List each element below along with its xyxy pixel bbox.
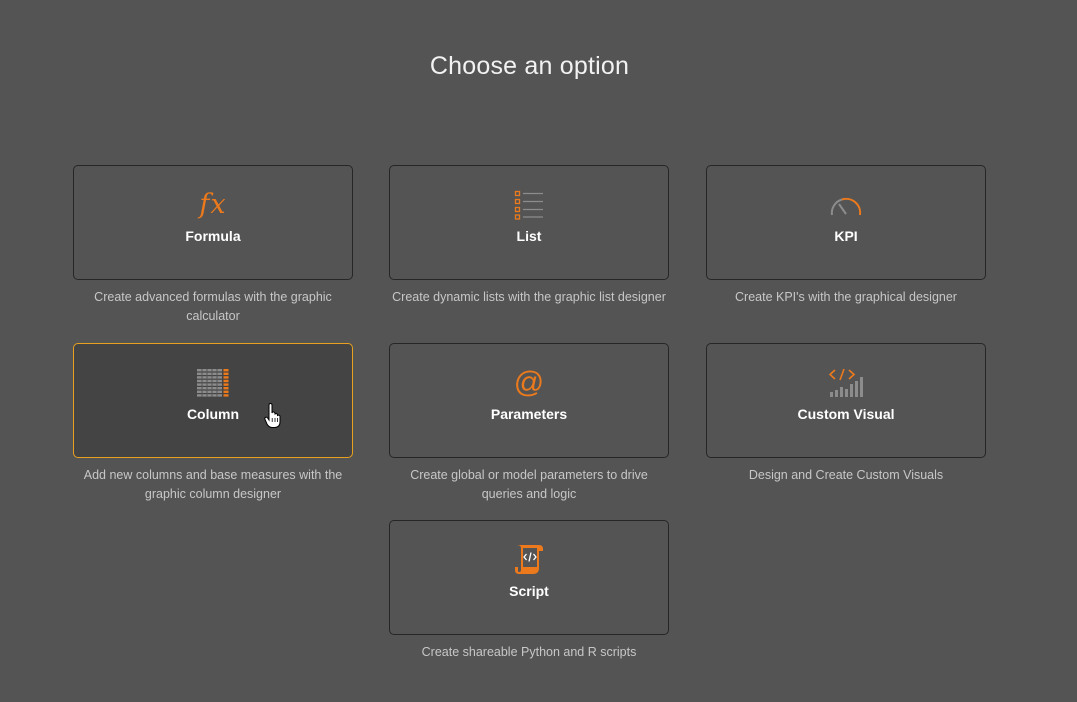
kpi-option-card[interactable]: KPI xyxy=(706,165,986,280)
option-chooser-page: Choose an option fx Formula Create advan… xyxy=(0,0,1077,702)
formula-option-label: Formula xyxy=(185,228,241,244)
column-option-description: Add new columns and base measures with t… xyxy=(83,468,343,501)
formula-option-card[interactable]: fx Formula xyxy=(73,165,353,280)
kpi-option-label: KPI xyxy=(834,228,858,244)
parameters-option-label: Parameters xyxy=(490,406,568,422)
custom-visual-option-label: Custom Visual xyxy=(797,406,895,422)
list-icon xyxy=(390,188,668,222)
fx-icon: fx xyxy=(199,189,227,220)
script-icon xyxy=(390,543,668,577)
parameters-option-description: Create global or model parameters to dri… xyxy=(410,468,648,501)
code-chart-icon xyxy=(707,366,985,400)
at-icon: @ xyxy=(513,366,545,399)
script-option-description: Create shareable Python and R scripts xyxy=(421,645,637,659)
formula-option-description: Create advanced formulas with the graphi… xyxy=(94,290,332,323)
custom-visual-option-description: Design and Create Custom Visuals xyxy=(748,468,944,482)
kpi-option-description: Create KPI's with the graphical designer xyxy=(735,290,957,304)
parameters-option-card[interactable]: @ Parameters xyxy=(389,343,669,458)
list-option-label: List xyxy=(516,228,542,244)
custom-visual-option-card[interactable]: Custom Visual xyxy=(706,343,986,458)
hand-cursor-icon xyxy=(264,402,282,429)
script-option-label: Script xyxy=(509,583,549,599)
column-option-label: Column xyxy=(186,406,240,422)
page-title: Choose an option xyxy=(429,52,630,80)
column-option-card[interactable]: Column xyxy=(73,343,353,458)
list-option-card[interactable]: List xyxy=(389,165,669,280)
list-option-description: Create dynamic lists with the graphic li… xyxy=(392,290,666,304)
gauge-icon xyxy=(707,188,985,222)
script-option-card[interactable]: Script xyxy=(389,520,669,635)
column-grid-icon xyxy=(74,366,352,400)
